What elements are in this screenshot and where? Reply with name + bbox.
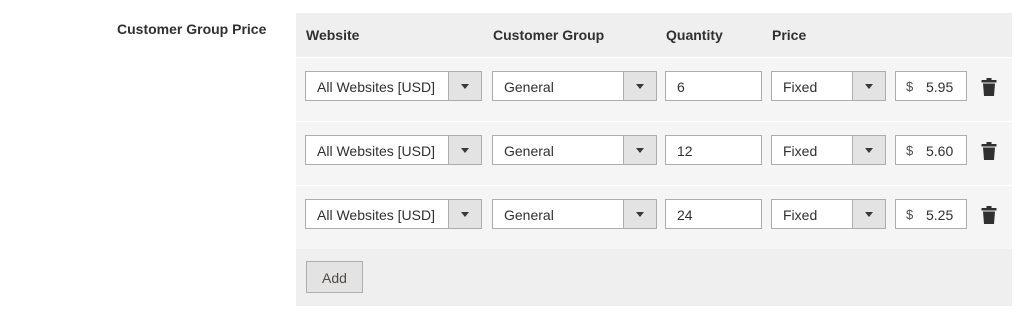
- customer-group-price-label: Customer Group Price: [117, 21, 267, 37]
- customer-group-select-arrow[interactable]: [623, 136, 656, 164]
- chevron-down-icon: [636, 84, 644, 89]
- price-row: All Websites [USD] General 6 Fixed $ 5.9…: [296, 57, 1012, 121]
- website-select-value: All Websites [USD]: [317, 207, 435, 223]
- chevron-down-icon: [461, 148, 469, 153]
- price-type-select-value: Fixed: [783, 143, 818, 159]
- price-type-select-arrow[interactable]: [852, 136, 885, 164]
- currency-symbol: $: [906, 207, 914, 222]
- quantity-input-value: 24: [677, 207, 693, 223]
- price-row: All Websites [USD] General 12 Fixed $ 5.…: [296, 121, 1012, 185]
- trash-icon[interactable]: [981, 78, 997, 96]
- customer-group-price-section: Customer Group Price Website Customer Gr…: [0, 0, 1024, 318]
- customer-group-select[interactable]: General: [492, 199, 657, 229]
- customer-group-price-grid: Website Customer Group Quantity Price Al…: [296, 13, 1012, 306]
- price-input-value: 5.60: [926, 143, 954, 159]
- customer-group-select[interactable]: General: [492, 135, 657, 165]
- price-input-value: 5.95: [926, 79, 954, 95]
- website-select-value: All Websites [USD]: [317, 79, 435, 95]
- chevron-down-icon: [865, 84, 873, 89]
- column-header-quantity: Quantity: [666, 27, 723, 43]
- price-type-select-value: Fixed: [783, 207, 818, 223]
- column-header-website: Website: [306, 27, 360, 43]
- price-type-select-value: Fixed: [783, 79, 818, 95]
- price-type-select[interactable]: Fixed: [771, 71, 886, 101]
- customer-group-select-value: General: [504, 207, 554, 223]
- customer-group-select-arrow[interactable]: [623, 72, 656, 100]
- price-type-select[interactable]: Fixed: [771, 199, 886, 229]
- website-select-arrow[interactable]: [448, 200, 481, 228]
- website-select-arrow[interactable]: [448, 136, 481, 164]
- price-row: All Websites [USD] General 24 Fixed $ 5.…: [296, 185, 1012, 249]
- website-select-value: All Websites [USD]: [317, 143, 435, 159]
- quantity-input[interactable]: 6: [665, 71, 762, 101]
- quantity-input[interactable]: 24: [665, 199, 762, 229]
- chevron-down-icon: [636, 148, 644, 153]
- trash-icon[interactable]: [981, 206, 997, 224]
- chevron-down-icon: [461, 212, 469, 217]
- price-type-select-arrow[interactable]: [852, 72, 885, 100]
- quantity-input[interactable]: 12: [665, 135, 762, 165]
- currency-symbol: $: [906, 79, 914, 94]
- price-type-select-arrow[interactable]: [852, 200, 885, 228]
- column-header-customer-group: Customer Group: [493, 27, 605, 43]
- website-select-arrow[interactable]: [448, 72, 481, 100]
- website-select[interactable]: All Websites [USD]: [305, 71, 482, 101]
- customer-group-select-arrow[interactable]: [623, 200, 656, 228]
- chevron-down-icon: [865, 148, 873, 153]
- website-select[interactable]: All Websites [USD]: [305, 199, 482, 229]
- customer-group-select-value: General: [504, 143, 554, 159]
- price-input[interactable]: $ 5.25: [895, 199, 967, 229]
- chevron-down-icon: [865, 212, 873, 217]
- customer-group-select-value: General: [504, 79, 554, 95]
- chevron-down-icon: [461, 84, 469, 89]
- price-input[interactable]: $ 5.95: [895, 71, 967, 101]
- quantity-input-value: 6: [677, 79, 685, 95]
- price-type-select[interactable]: Fixed: [771, 135, 886, 165]
- trash-icon[interactable]: [981, 142, 997, 160]
- website-select[interactable]: All Websites [USD]: [305, 135, 482, 165]
- currency-symbol: $: [906, 143, 914, 158]
- grid-header: Website Customer Group Quantity Price: [296, 13, 1012, 57]
- add-button[interactable]: Add: [306, 261, 363, 293]
- price-input[interactable]: $ 5.60: [895, 135, 967, 165]
- column-header-price: Price: [772, 27, 807, 43]
- quantity-input-value: 12: [677, 143, 693, 159]
- customer-group-select[interactable]: General: [492, 71, 657, 101]
- price-input-value: 5.25: [926, 207, 954, 223]
- chevron-down-icon: [636, 212, 644, 217]
